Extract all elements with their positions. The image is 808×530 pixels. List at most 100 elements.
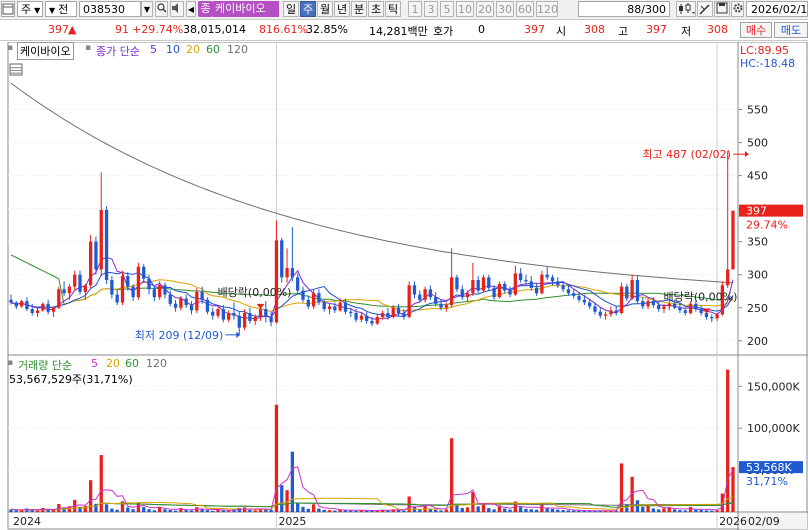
candle-body bbox=[51, 307, 56, 312]
buy-button[interactable]: 매수 bbox=[740, 22, 772, 38]
volume-bar bbox=[333, 510, 337, 512]
candle-body bbox=[386, 313, 390, 318]
volume-bar bbox=[104, 504, 109, 512]
interval-button[interactable]: 10 bbox=[456, 1, 474, 17]
sell-button[interactable]: 매도 bbox=[774, 22, 808, 38]
candle-body bbox=[694, 303, 698, 310]
prev-stock-button[interactable]: ◀ bbox=[186, 1, 196, 17]
chevron-down-icon: ▼ bbox=[34, 6, 41, 15]
volume-bar bbox=[311, 504, 316, 512]
candle-body bbox=[311, 293, 316, 307]
screen-icon[interactable] bbox=[1, 1, 15, 17]
volume-bar bbox=[561, 510, 565, 512]
candle-body bbox=[285, 268, 289, 278]
mode-select[interactable]: 주 ▼ bbox=[17, 1, 43, 17]
volume-bar bbox=[269, 509, 273, 512]
volume-bar bbox=[418, 509, 422, 512]
candle-body bbox=[131, 286, 135, 298]
volume-bar bbox=[163, 509, 167, 512]
period-button[interactable]: 초 bbox=[368, 1, 384, 17]
candle-body bbox=[322, 302, 326, 310]
market-select[interactable]: ▼ 전 bbox=[45, 1, 77, 17]
period-button[interactable]: 분 bbox=[351, 1, 367, 17]
high-price: 397 bbox=[646, 23, 667, 36]
legend-hc: HC:-18.48 bbox=[740, 57, 796, 70]
current-volume-tag-label: 53,568K bbox=[746, 461, 792, 474]
interval-button[interactable]: 5 bbox=[440, 1, 454, 17]
volume-ratio: 816.61% bbox=[259, 23, 308, 36]
gear-icon bbox=[733, 3, 743, 13]
candle-body bbox=[205, 299, 210, 312]
interval-button[interactable]: 1 bbox=[408, 1, 422, 17]
candle-body bbox=[572, 293, 576, 296]
candle-body bbox=[625, 286, 629, 299]
speaker-button[interactable] bbox=[170, 1, 184, 17]
code-input[interactable]: 038530 bbox=[79, 1, 141, 17]
settings-button[interactable] bbox=[731, 1, 744, 17]
candle-body bbox=[94, 241, 98, 270]
legend-stock-name[interactable]: 케이바이오 bbox=[17, 42, 74, 60]
candle-body bbox=[136, 266, 141, 298]
volume-bar bbox=[444, 509, 448, 512]
candle-body bbox=[603, 314, 608, 316]
price-tick-label: 200 bbox=[747, 335, 768, 348]
candle-body bbox=[163, 285, 167, 295]
count-value: 88 bbox=[627, 3, 642, 16]
candle-body bbox=[609, 310, 613, 315]
candle-body bbox=[142, 266, 146, 279]
dividend-annotation: 배당락(0,00%) bbox=[218, 286, 292, 299]
legend-ma20: 20 bbox=[186, 43, 200, 56]
buy-label: 매수 bbox=[745, 24, 767, 37]
trade-volume: 38,015,014 bbox=[183, 23, 246, 36]
volume-bar bbox=[248, 509, 252, 512]
count-input[interactable]: 88/300 bbox=[578, 1, 670, 17]
candle-body bbox=[561, 285, 565, 290]
period-button[interactable]: 틱 bbox=[385, 1, 401, 17]
trade-amount: 14,281백만 bbox=[369, 25, 428, 38]
period-button[interactable]: 주 bbox=[300, 1, 316, 17]
candle-body bbox=[726, 269, 730, 286]
candle-body bbox=[14, 302, 18, 307]
candle-body bbox=[550, 277, 555, 282]
interval-button[interactable]: 3 bbox=[424, 1, 438, 17]
candle-body bbox=[35, 310, 40, 314]
volume-bar bbox=[662, 508, 666, 512]
candle-body bbox=[62, 289, 66, 294]
quote-bar: 397 ▲ 91 +29.74% 38,015,014 816.61% 32.8… bbox=[0, 20, 808, 41]
candle-body bbox=[503, 283, 507, 291]
date-input[interactable]: 2026/02/13 bbox=[746, 1, 808, 17]
code-dropdown[interactable]: ▼ bbox=[141, 1, 153, 17]
save-button[interactable] bbox=[714, 1, 730, 17]
stock-name-box: 케이바이오 bbox=[213, 1, 279, 17]
candle-body bbox=[184, 298, 188, 306]
magnifier-icon bbox=[156, 3, 166, 13]
favorite-badge[interactable]: 종 bbox=[198, 1, 213, 17]
candle-body bbox=[248, 313, 252, 321]
interval-button[interactable]: 120 bbox=[536, 1, 558, 17]
period-button[interactable]: 월 bbox=[317, 1, 333, 17]
candle-body bbox=[715, 314, 719, 319]
low-label: 저 bbox=[681, 25, 692, 38]
stock-name: 케이바이오 bbox=[215, 2, 266, 15]
stock-chart[interactable]: 20025030035040045050055050,000K100,000K1… bbox=[0, 42, 808, 530]
current-price-pct-label: 29.74% bbox=[746, 219, 788, 232]
volume-tick-label: 150,000K bbox=[747, 380, 800, 393]
candle-body bbox=[402, 313, 406, 318]
chart-settings-button[interactable] bbox=[676, 1, 696, 17]
interval-button[interactable]: 30 bbox=[496, 1, 514, 17]
interval-button[interactable]: 20 bbox=[476, 1, 494, 17]
volume-bar bbox=[646, 505, 650, 512]
legend-ma5: 5 bbox=[150, 43, 157, 56]
candle-body bbox=[195, 291, 199, 311]
candle-body bbox=[232, 313, 236, 316]
candle-body bbox=[359, 315, 364, 320]
search-button[interactable] bbox=[155, 1, 168, 17]
candle-body bbox=[317, 293, 321, 303]
interval-button[interactable]: 60 bbox=[516, 1, 534, 17]
candle-body bbox=[439, 303, 443, 308]
period-button[interactable]: 년 bbox=[334, 1, 350, 17]
period-button[interactable]: 일 bbox=[283, 1, 299, 17]
draw-tool-button[interactable] bbox=[697, 1, 713, 17]
price-tick-label: 350 bbox=[747, 236, 768, 249]
volume-bar bbox=[439, 510, 443, 512]
